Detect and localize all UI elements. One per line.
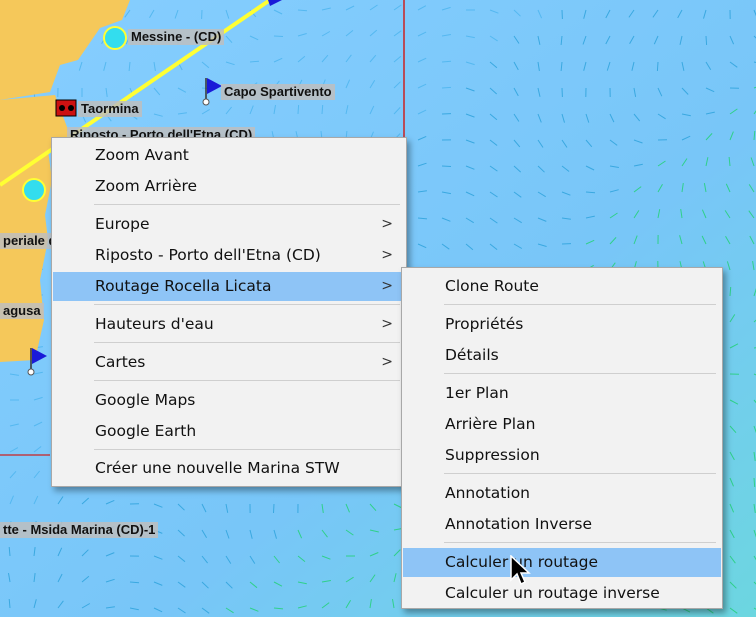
menu-item-label: Europe: [95, 215, 150, 233]
menu-item-hauteurs-d-eau[interactable]: Hauteurs d'eau >: [53, 310, 405, 339]
wind-barb: [273, 35, 284, 37]
menu-item-riposto[interactable]: Riposto - Porto dell'Etna (CD) >: [53, 241, 405, 270]
chevron-right-icon: >: [381, 278, 393, 294]
submenu-item-arriere-plan[interactable]: Arrière Plan: [403, 410, 721, 439]
wind-barb: [321, 104, 324, 115]
submenu-item-calculer-routage-inverse[interactable]: Calculer un routage inverse: [403, 579, 721, 608]
menu-item-label: Arrière Plan: [445, 415, 536, 433]
menu-item-label: Google Earth: [95, 422, 197, 440]
map-label-taormina: Taormina: [78, 101, 142, 117]
menu-separator: [94, 304, 400, 305]
menu-item-label: Cartes: [95, 353, 146, 371]
menu-item-label: Détails: [445, 346, 499, 364]
menu-separator: [444, 473, 716, 474]
menu-item-label: Propriétés: [445, 315, 524, 333]
map-label-capo-spartivento: Capo Spartivento: [221, 84, 335, 100]
menu-item-label: Calculer un routage inverse: [445, 584, 660, 602]
menu-item-label: Créer une nouvelle Marina STW: [95, 459, 340, 477]
menu-item-label: Routage Rocella Licata: [95, 277, 272, 295]
submenu-routage: Clone Route Propriétés Détails 1er Plan …: [401, 267, 723, 609]
submenu-item-annotation[interactable]: Annotation: [403, 479, 721, 508]
menu-item-zoom-arriere[interactable]: Zoom Arrière: [53, 172, 405, 201]
menu-item-label: Suppression: [445, 446, 540, 464]
menu-item-cartes[interactable]: Cartes >: [53, 348, 405, 377]
menu-item-label: Zoom Arrière: [95, 177, 198, 195]
wind-barb: [273, 503, 275, 514]
map-label-msida: tte - Msida Marina (CD)-1: [0, 522, 159, 538]
submenu-item-details[interactable]: Détails: [403, 341, 721, 370]
menu-separator: [94, 449, 400, 450]
menu-separator: [444, 542, 716, 543]
menu-item-zoom-avant[interactable]: Zoom Avant: [53, 141, 405, 170]
port-icon-taormina[interactable]: [55, 99, 77, 117]
wind-barb: [129, 581, 140, 584]
submenu-item-proprietes[interactable]: Propriétés: [403, 310, 721, 339]
menu-item-europe[interactable]: Europe >: [53, 210, 405, 239]
menu-item-label: Annotation: [445, 484, 531, 502]
menu-item-label: Riposto - Porto dell'Etna (CD): [95, 246, 321, 264]
menu-item-label: 1er Plan: [445, 384, 509, 402]
map-label-messine: Messine - (CD): [128, 29, 225, 45]
marina-marker-riposto[interactable]: [22, 178, 46, 202]
menu-item-routage-rocella-licata[interactable]: Routage Rocella Licata >: [53, 272, 405, 301]
menu-item-creer-marina[interactable]: Créer une nouvelle Marina STW: [53, 454, 405, 483]
marina-marker-messine[interactable]: [103, 26, 127, 50]
wind-barb: [297, 104, 300, 115]
chevron-right-icon: >: [381, 247, 393, 263]
submenu-item-1er-plan[interactable]: 1er Plan: [403, 379, 721, 408]
map-label-ragusa: agusa: [0, 303, 44, 319]
menu-item-label: Annotation Inverse: [445, 515, 593, 533]
wind-barb: [753, 477, 756, 488]
menu-item-label: Zoom Avant: [95, 146, 189, 164]
menu-item-google-earth[interactable]: Google Earth: [53, 417, 405, 446]
wind-barb: [705, 35, 708, 46]
wind-barb: [441, 86, 452, 89]
submenu-item-calculer-routage[interactable]: Calculer un routage: [403, 548, 721, 577]
menu-item-label: Clone Route: [445, 277, 539, 295]
wind-barb: [729, 286, 732, 297]
menu-item-google-maps[interactable]: Google Maps: [53, 386, 405, 415]
mouse-cursor-icon: [510, 555, 531, 586]
menu-separator: [444, 373, 716, 374]
wind-barb: [441, 165, 452, 167]
chevron-right-icon: >: [381, 354, 393, 370]
chevron-right-icon: >: [381, 216, 393, 232]
menu-separator: [94, 204, 400, 205]
menu-separator: [94, 380, 400, 381]
submenu-item-clone-route[interactable]: Clone Route: [403, 272, 721, 301]
menu-separator: [444, 304, 716, 305]
submenu-item-suppression[interactable]: Suppression: [403, 441, 721, 470]
context-menu: Zoom Avant Zoom Arrière Europe > Riposto …: [51, 137, 407, 487]
wind-barb: [656, 61, 659, 72]
submenu-item-annotation-inverse[interactable]: Annotation Inverse: [403, 510, 721, 539]
menu-separator: [94, 342, 400, 343]
menu-item-label: Google Maps: [95, 391, 196, 409]
chevron-right-icon: >: [381, 316, 393, 332]
menu-item-label: Hauteurs d'eau: [95, 315, 214, 333]
